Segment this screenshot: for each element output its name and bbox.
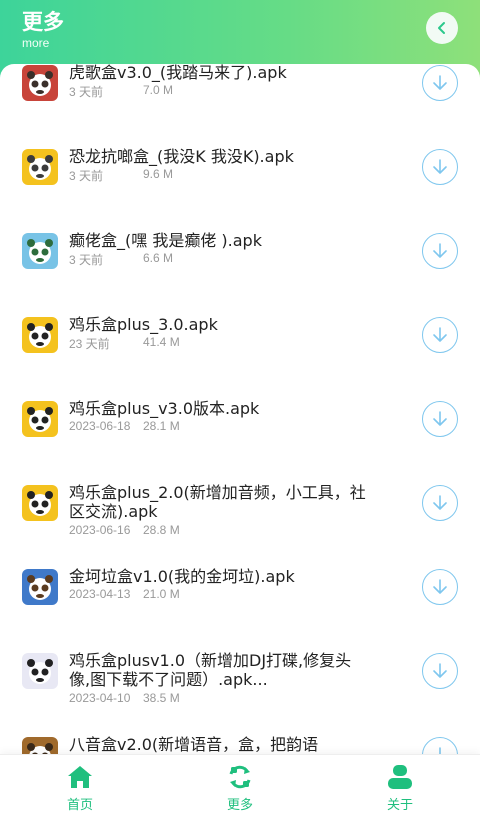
- nav-label-more: 更多: [226, 798, 253, 813]
- file-size: 6.6 M: [143, 251, 174, 265]
- list-item[interactable]: 鸡乐盒plusv1.0（新增加DJ打碟,修复头像,图下载不了问题）.apk...…: [0, 633, 480, 717]
- file-name: 恐龙抗啷盒_(我没K 我没K).apk: [69, 147, 294, 166]
- app-icon-panda: [22, 485, 58, 521]
- download-arrow-icon: [433, 327, 447, 342]
- file-meta: 3 天前 7.0 M: [69, 83, 173, 100]
- file-meta: 2023-06-16 28.8 M: [69, 523, 180, 537]
- file-meta: 23 天前 41.4 M: [69, 335, 180, 352]
- app-icon-dianlao: [22, 233, 58, 269]
- list-item[interactable]: 鸡乐盒plus_2.0(新增加音频，小工具，社区交流).apk 2023-06-1…: [0, 465, 480, 549]
- file-size: 28.1 M: [143, 419, 180, 433]
- file-age: 23 天前: [69, 337, 110, 351]
- file-size: 41.4 M: [143, 335, 180, 349]
- app-icon-dinosaur: [22, 149, 58, 185]
- file-age: 3 天前: [69, 85, 104, 99]
- file-meta: 3 天前 6.6 M: [69, 251, 173, 268]
- file-meta: 2023-06-18 28.1 M: [69, 419, 180, 433]
- download-button[interactable]: [422, 317, 458, 353]
- file-age: 2023-04-10: [69, 691, 131, 705]
- file-size: 38.5 M: [143, 691, 180, 705]
- app-icon-panda: [22, 401, 58, 437]
- file-meta: 2023-04-13 21.0 M: [69, 587, 180, 601]
- home-icon: [68, 766, 92, 788]
- download-button[interactable]: [422, 653, 458, 689]
- list-item[interactable]: 恐龙抗啷盒_(我没K 我没K).apk 3 天前 9.6 M: [0, 129, 480, 213]
- file-name: 鸡乐盒plusv1.0（新增加DJ打碟,修复头像,图下载不了问题）.apk...: [69, 651, 352, 689]
- list-item[interactable]: 虎歌盒v3.0_(我踏马来了).apk 3 天前 7.0 M: [0, 64, 480, 129]
- app-icon-jinkela: [22, 569, 58, 605]
- nav-label-home: 首页: [66, 798, 93, 813]
- list-item[interactable]: 八音盒v2.0(新增语音，盒，把韵语: [0, 717, 480, 754]
- back-button[interactable]: [426, 12, 458, 44]
- file-name: 鸡乐盒plus_3.0.apk: [69, 315, 218, 334]
- page-subtitle: more: [22, 36, 50, 50]
- file-size: 7.0 M: [143, 83, 174, 97]
- file-name: 八音盒v2.0(新增语音，盒，把韵语: [69, 735, 319, 754]
- download-arrow-icon: [433, 579, 447, 594]
- file-meta: 2023-04-10 38.5 M: [69, 691, 180, 705]
- file-size: 9.6 M: [143, 167, 174, 181]
- bottom-nav: 首页 更多 关于: [0, 754, 480, 827]
- swap-icon: [229, 765, 251, 789]
- file-age: 2023-06-16: [69, 523, 131, 537]
- download-button[interactable]: [422, 149, 458, 185]
- file-age: 3 天前: [69, 169, 104, 183]
- file-name: 虎歌盒v3.0_(我踏马来了).apk: [69, 64, 287, 82]
- list-item[interactable]: 癫佬盒_(嘿 我是癫佬 ).apk 3 天前 6.6 M: [0, 213, 480, 297]
- file-age: 2023-04-13: [69, 587, 131, 601]
- download-button[interactable]: [422, 401, 458, 437]
- file-name: 鸡乐盒plus_2.0(新增加音频，小工具，社区交流).apk: [69, 483, 366, 521]
- user-icon: [388, 765, 412, 789]
- download-arrow-icon: [433, 75, 447, 90]
- download-list-panel[interactable]: 虎歌盒v3.0_(我踏马来了).apk 3 天前 7.0 M 恐龙抗啷盒_(我没K 我…: [0, 64, 480, 754]
- nav-item-more[interactable]: 更多: [200, 765, 280, 813]
- page-title: 更多: [22, 10, 64, 34]
- nav-label-about: 关于: [386, 798, 413, 813]
- download-button[interactable]: [422, 233, 458, 269]
- nav-item-about[interactable]: 关于: [360, 765, 440, 813]
- download-button[interactable]: [422, 737, 458, 754]
- file-name: 癫佬盒_(嘿 我是癫佬 ).apk: [69, 231, 262, 250]
- app-icon-huge: [22, 65, 58, 101]
- file-size: 28.8 M: [143, 523, 180, 537]
- download-arrow-icon: [433, 243, 447, 258]
- file-name: 金坷垃盒v1.0(我的金坷垃).apk: [69, 567, 295, 586]
- file-age: 2023-06-18: [69, 419, 131, 433]
- download-arrow-icon: [433, 159, 447, 174]
- list-item[interactable]: 鸡乐盒plus_3.0.apk 23 天前 41.4 M: [0, 297, 480, 381]
- file-age: 3 天前: [69, 253, 104, 267]
- download-list: 虎歌盒v3.0_(我踏马来了).apk 3 天前 7.0 M 恐龙抗啷盒_(我没K 我…: [0, 64, 480, 754]
- app-icon-panda: [22, 317, 58, 353]
- file-size: 21.0 M: [143, 587, 180, 601]
- nav-item-home[interactable]: 首页: [40, 765, 120, 813]
- app-icon-panda: [22, 653, 58, 689]
- download-button[interactable]: [422, 65, 458, 101]
- download-arrow-icon: [433, 495, 447, 510]
- download-button[interactable]: [422, 485, 458, 521]
- download-arrow-icon: [439, 747, 441, 754]
- chevron-left-icon: [438, 22, 445, 34]
- list-item[interactable]: 鸡乐盒plus_v3.0版本.apk 2023-06-18 28.1 M: [0, 381, 480, 465]
- download-arrow-icon: [433, 663, 447, 678]
- file-name: 鸡乐盒plus_v3.0版本.apk: [69, 399, 260, 418]
- app-icon-bayin: [22, 737, 58, 754]
- download-button[interactable]: [422, 569, 458, 605]
- list-item[interactable]: 金坷垃盒v1.0(我的金坷垃).apk 2023-04-13 21.0 M: [0, 549, 480, 633]
- file-meta: 3 天前 9.6 M: [69, 167, 173, 184]
- header: 更多 more: [0, 0, 480, 64]
- download-arrow-icon: [433, 411, 447, 426]
